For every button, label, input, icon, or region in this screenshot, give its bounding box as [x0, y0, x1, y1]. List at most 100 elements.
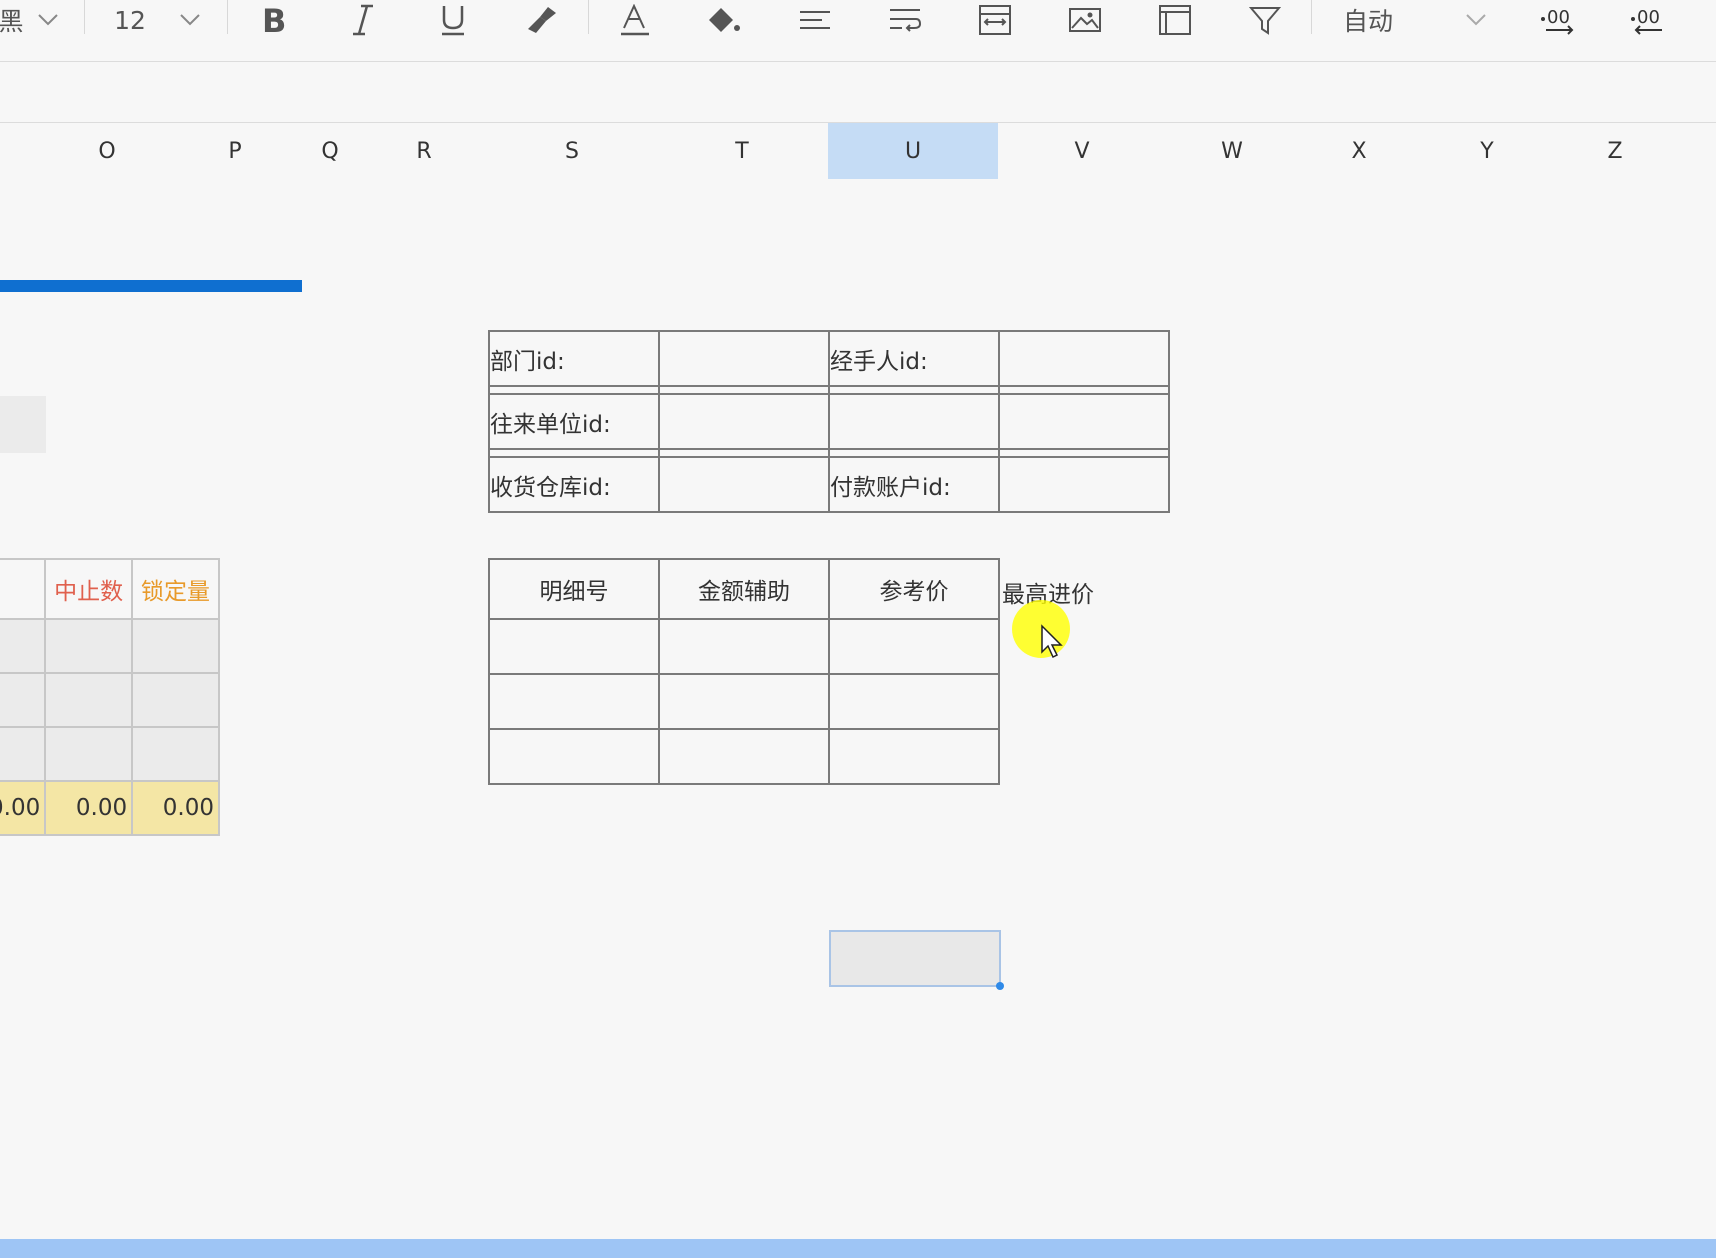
column-header-u[interactable]: U	[828, 123, 998, 179]
detail-header-ref-price[interactable]: 参考价	[828, 558, 1000, 620]
account-label: 付款账户id:	[828, 456, 1000, 513]
empty-cell[interactable]	[828, 393, 1000, 450]
column-header-w[interactable]: W	[1166, 123, 1298, 179]
gap-cell[interactable]	[998, 385, 1170, 395]
account-value-cell[interactable]	[998, 456, 1170, 513]
warehouse-value-cell[interactable]	[658, 456, 830, 513]
fill-color-icon[interactable]	[706, 0, 742, 40]
table-row	[0, 618, 220, 674]
toolbar-separator	[588, 0, 589, 34]
empty-cell[interactable]	[488, 618, 660, 675]
selected-cell[interactable]	[829, 930, 1001, 987]
column-header-x[interactable]: X	[1298, 123, 1420, 179]
gap-cell[interactable]	[998, 448, 1170, 458]
gap-cell[interactable]	[828, 385, 1000, 395]
italic-icon[interactable]	[348, 0, 378, 40]
empty-cell[interactable]	[0, 672, 47, 728]
column-header-r[interactable]: R	[360, 123, 488, 179]
table-row	[0, 726, 220, 782]
empty-cell[interactable]	[131, 618, 220, 674]
empty-cell[interactable]	[658, 728, 830, 785]
empty-cell[interactable]	[44, 672, 134, 728]
info-table: 部门id: 经手人id: 往来单位id: 收货仓库id: 付款账户id:	[488, 330, 1170, 513]
chevron-down-icon[interactable]	[178, 0, 202, 40]
left-header-locked-qty[interactable]: 锁定量	[131, 558, 220, 620]
filter-icon[interactable]	[1248, 0, 1282, 40]
accent-bar	[0, 280, 302, 292]
empty-cell[interactable]	[828, 618, 1000, 675]
toolbar-separator	[227, 0, 228, 34]
gap-cell[interactable]	[488, 385, 660, 395]
mouse-cursor-icon	[1040, 624, 1066, 664]
gap-cell[interactable]	[828, 448, 1000, 458]
decrease-decimal-icon[interactable]: 00	[1628, 0, 1668, 40]
chevron-down-icon[interactable]	[1464, 0, 1488, 40]
table-row	[0, 672, 220, 728]
insert-image-icon[interactable]	[1068, 0, 1102, 40]
toolbar-separator	[84, 0, 85, 34]
dept-value-cell[interactable]	[658, 330, 830, 387]
empty-cell[interactable]	[998, 393, 1170, 450]
handler-value-cell[interactable]	[998, 330, 1170, 387]
border-icon[interactable]	[1158, 0, 1192, 40]
gap-cell[interactable]	[658, 448, 830, 458]
empty-cell[interactable]	[131, 726, 220, 782]
empty-cell[interactable]	[658, 673, 830, 730]
empty-cell[interactable]	[44, 618, 134, 674]
font-color-icon[interactable]	[618, 0, 652, 40]
detail-header-amount-aux[interactable]: 金额辅助	[658, 558, 830, 620]
fill-handle[interactable]	[996, 982, 1004, 990]
merge-cells-icon[interactable]	[978, 0, 1012, 40]
empty-cell[interactable]	[0, 618, 47, 674]
column-header-p[interactable]: P	[170, 123, 300, 179]
total-cell[interactable]: 0.00	[44, 780, 134, 836]
chevron-down-icon[interactable]	[36, 0, 60, 40]
partner-label: 往来单位id:	[488, 393, 660, 450]
column-header-y[interactable]: Y	[1420, 123, 1554, 179]
gap-cell[interactable]	[488, 448, 660, 458]
svg-text:B: B	[262, 4, 286, 36]
font-size-text: 12	[114, 5, 146, 35]
bold-icon[interactable]: B	[258, 0, 288, 40]
table-row	[488, 618, 1000, 675]
total-row: 0.00 0.00 0.00	[0, 780, 220, 836]
column-header-v[interactable]: V	[998, 123, 1166, 179]
autofit-text: 自动	[1342, 7, 1393, 36]
font-name-text: 黑	[0, 7, 24, 36]
table-row	[488, 728, 1000, 785]
align-icon[interactable]	[798, 0, 832, 40]
column-header-t[interactable]: T	[656, 123, 828, 179]
total-cell[interactable]: 0.00	[0, 780, 47, 836]
detail-header-line-no[interactable]: 明细号	[488, 558, 660, 620]
left-header-stopped-qty[interactable]: 中止数	[44, 558, 134, 620]
partner-value-cell[interactable]	[658, 393, 830, 450]
font-name-box[interactable]: 黑	[0, 0, 24, 40]
total-cell[interactable]: 0.00	[131, 780, 220, 836]
column-header-s[interactable]: S	[488, 123, 656, 179]
column-header-q[interactable]: Q	[300, 123, 360, 179]
empty-cell[interactable]	[488, 728, 660, 785]
format-painter-icon[interactable]	[525, 0, 561, 40]
left-header-partial[interactable]: 成	[0, 558, 47, 620]
toolbar: 黑 12 B 自动 00 00	[0, 0, 1716, 62]
column-header-z[interactable]: Z	[1554, 123, 1676, 179]
empty-cell[interactable]	[828, 728, 1000, 785]
formula-bar[interactable]	[0, 62, 1716, 123]
font-size-box[interactable]: 12	[110, 0, 150, 40]
column-header-o[interactable]: O	[44, 123, 170, 179]
table-row	[488, 673, 1000, 730]
empty-cell[interactable]	[488, 673, 660, 730]
underline-icon[interactable]	[438, 0, 468, 40]
autofit-box[interactable]: 自动	[1340, 0, 1396, 40]
svg-text:00: 00	[1637, 7, 1660, 28]
increase-decimal-icon[interactable]: 00	[1538, 0, 1578, 40]
gap-cell[interactable]	[658, 385, 830, 395]
empty-cell[interactable]	[658, 618, 830, 675]
warehouse-label: 收货仓库id:	[488, 456, 660, 513]
empty-cell[interactable]	[0, 726, 47, 782]
empty-cell[interactable]	[44, 726, 134, 782]
dept-label: 部门id:	[488, 330, 660, 387]
empty-cell[interactable]	[828, 673, 1000, 730]
wrap-text-icon[interactable]	[888, 0, 922, 40]
empty-cell[interactable]	[131, 672, 220, 728]
